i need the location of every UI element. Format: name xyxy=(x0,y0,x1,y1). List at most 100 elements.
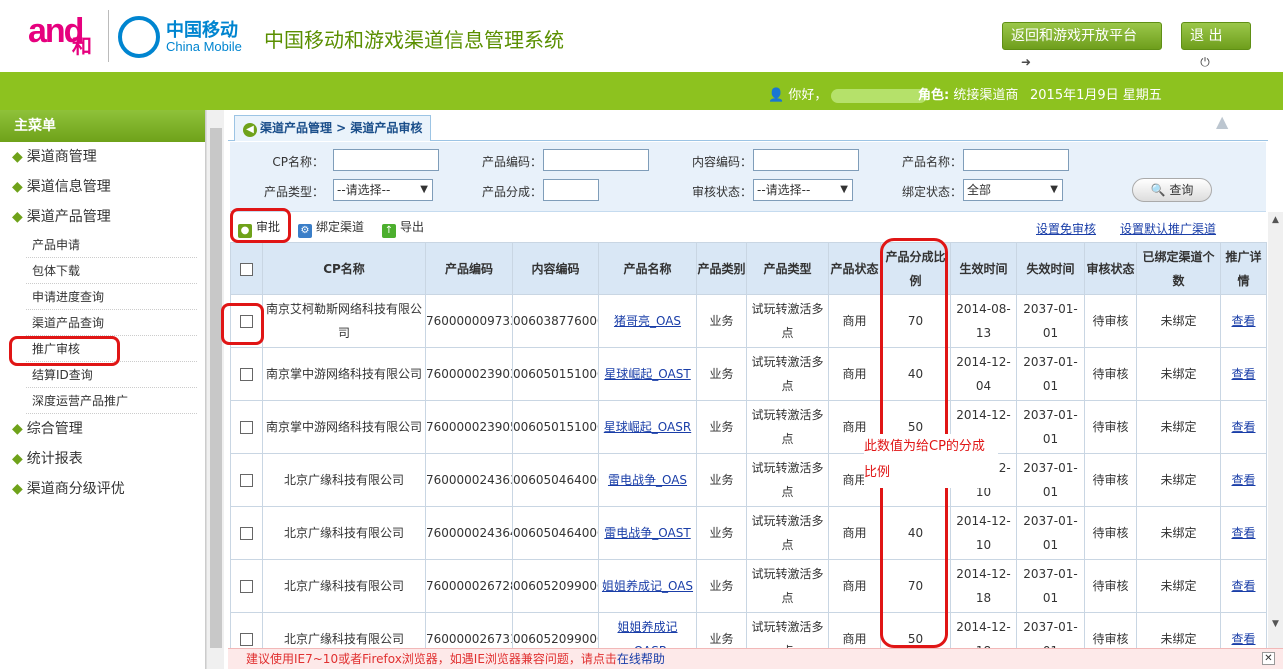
scroll-up-icon[interactable]: ▲ xyxy=(1268,212,1283,228)
view-detail-link-cell: 查看 xyxy=(1220,506,1267,560)
product-name-label: 产品名称： xyxy=(901,155,962,169)
product-code-label: 产品编码： xyxy=(481,155,542,169)
product-name-link[interactable]: 星球崛起_OASR xyxy=(604,420,691,434)
view-detail-link[interactable]: 查看 xyxy=(1231,420,1255,434)
sidebar-scrollbar[interactable] xyxy=(206,110,224,669)
sidebar-subitem-product-query[interactable]: 渠道产品查询 xyxy=(26,310,197,336)
audit-status-cell: 待审核 xyxy=(1092,526,1129,540)
sidebar-item-channel-product[interactable]: ◆ 渠道产品管理 xyxy=(0,202,205,232)
content-code-cell: 006038776000 xyxy=(513,314,599,328)
sidebar-item-rating[interactable]: ◆ 渠道商分级评优 xyxy=(0,474,205,504)
end-time-cell: 2037-01-01 xyxy=(1023,514,1078,552)
export-button[interactable]: ↑ 导出 xyxy=(382,218,424,238)
user-icon: 👤 xyxy=(768,88,785,103)
view-detail-link[interactable]: 查看 xyxy=(1231,632,1255,646)
view-detail-link[interactable]: 查看 xyxy=(1231,314,1255,328)
bound-count-cell: 未绑定 xyxy=(1160,314,1197,328)
main-scrollbar[interactable]: ▲ ▼ xyxy=(1268,212,1283,669)
greeting: 👤 你好， xyxy=(768,84,931,103)
view-detail-link[interactable]: 查看 xyxy=(1231,367,1255,381)
arrow-right-icon: ➜ xyxy=(1017,53,1035,71)
product-code-cell: 760000023905 xyxy=(425,400,513,454)
row-checkbox[interactable] xyxy=(240,527,253,540)
share-ratio-annotation: 此数值为给CP的分成 比例 xyxy=(864,434,998,488)
sidebar-subitem-package-download[interactable]: 包体下载 xyxy=(26,258,197,284)
online-help-link[interactable]: 在线帮助 xyxy=(617,652,665,666)
product-name-input[interactable] xyxy=(963,149,1069,171)
cp-name-cell: 北京广缘科技有限公司 xyxy=(283,473,404,487)
audit-status-select[interactable]: --请选择-- ▼ xyxy=(753,179,853,201)
set-free-audit-link[interactable]: 设置免审核 xyxy=(1036,220,1096,237)
bind-status-select[interactable]: 全部 ▼ xyxy=(963,179,1063,201)
row-checkbox[interactable] xyxy=(240,421,253,434)
sidebar-subitem-deep-promotion[interactable]: 深度运营产品推广 xyxy=(26,388,197,414)
status-cell: 商用 xyxy=(842,420,867,434)
sidebar-subitem-progress-query[interactable]: 申请进度查询 xyxy=(26,284,197,310)
bind-channel-button[interactable]: ⚙ 绑定渠道 xyxy=(298,218,364,238)
start-time-cell: 2014-12-04 xyxy=(950,347,1017,401)
end-time-cell: 2037-01-01 xyxy=(1016,453,1085,507)
row-checkbox[interactable] xyxy=(240,368,253,381)
view-detail-link[interactable]: 查看 xyxy=(1231,473,1255,487)
product-name-link-cell: 雷电战争_OAS xyxy=(598,453,697,507)
sidebar-item-general[interactable]: ◆ 综合管理 xyxy=(0,414,205,444)
product-code-input[interactable] xyxy=(543,149,649,171)
view-detail-link[interactable]: 查看 xyxy=(1231,526,1255,540)
product-name-link[interactable]: 猪哥亮_OAS xyxy=(614,314,681,328)
cp-name-cell: 南京掌中游网络科技有限公司 xyxy=(262,400,426,454)
product-name-link[interactable]: 姐姐养成记_OAS xyxy=(602,579,693,593)
category-cell: 业务 xyxy=(696,347,747,401)
sidebar-item-channel-manage[interactable]: ◆ 渠道商管理 xyxy=(0,142,205,172)
china-mobile-logo-icon xyxy=(118,16,160,58)
product-name-link[interactable]: 星球崛起_OAST xyxy=(604,367,690,381)
leaf-icon: ◆ xyxy=(12,179,23,195)
start-time-cell: 2014-12-10 xyxy=(950,506,1017,560)
content-code-cell: 006050151000 xyxy=(512,400,599,454)
type-cell: 试玩转激活多点 xyxy=(746,347,829,401)
view-detail-link[interactable]: 查看 xyxy=(1231,579,1255,593)
sidebar-item-label: 统计报表 xyxy=(26,451,83,467)
product-type-value: --请选择-- xyxy=(337,183,391,197)
end-time-cell: 2037-01-01 xyxy=(1023,355,1078,393)
product-name-link[interactable]: 雷电战争_OAST xyxy=(604,526,690,540)
search-panel: CP名称： 产品编码： 内容编码： 产品名称： 产品类型： --请选择-- ▼ 产… xyxy=(230,142,1266,212)
return-platform-button[interactable]: 返回和游戏开放平台 ➜ xyxy=(1002,22,1162,71)
product-type-select[interactable]: --请选择-- ▼ xyxy=(333,179,433,201)
scroll-down-icon[interactable]: ▼ xyxy=(1268,616,1283,632)
type-cell: 试玩转激活多点 xyxy=(746,400,829,454)
logout-button[interactable]: 退 出 ⏻ xyxy=(1181,22,1251,71)
cp-name-input[interactable] xyxy=(333,149,439,171)
sidebar-scroll-thumb[interactable] xyxy=(210,128,222,648)
product-name-link[interactable]: 雷电战争_OAS xyxy=(608,473,687,487)
scroll-top-icon[interactable]: ▲ xyxy=(1216,112,1228,131)
status-cell: 商用 xyxy=(828,294,881,348)
category-cell: 业务 xyxy=(709,632,734,646)
header: and 和 中国移动 China Mobile 中国移动和游戏渠道信息管理系统 … xyxy=(0,0,1283,72)
category-cell: 业务 xyxy=(696,400,747,454)
bound-count-cell: 未绑定 xyxy=(1160,579,1197,593)
category-cell: 业务 xyxy=(696,294,747,348)
row-checkbox[interactable] xyxy=(240,474,253,487)
cp-name-cell: 南京掌中游网络科技有限公司 xyxy=(265,420,422,434)
type-cell: 试玩转激活多点 xyxy=(751,408,824,446)
tab-product-audit[interactable]: ◀ 渠道产品管理 > 渠道产品审核 xyxy=(234,115,432,141)
table-row: 北京广缘科技有限公司 760000024364 006050464000 雷电战争_O… xyxy=(230,506,1267,560)
row-checkbox[interactable] xyxy=(240,580,253,593)
set-default-channel-link[interactable]: 设置默认推广渠道 xyxy=(1120,220,1216,237)
content-code-cell: 006052099000 xyxy=(513,579,599,593)
close-icon[interactable]: ✕ xyxy=(1262,652,1275,665)
sidebar-item-stats[interactable]: ◆ 统计报表 xyxy=(0,444,205,474)
content-code-input[interactable] xyxy=(753,149,859,171)
start-time-cell: 2014-12-18 xyxy=(956,567,1011,605)
select-all-checkbox[interactable] xyxy=(240,262,253,276)
sidebar-item-label: 渠道产品管理 xyxy=(26,209,111,225)
sidebar-subitem-product-apply[interactable]: 产品申请 xyxy=(26,232,197,258)
type-cell: 试玩转激活多点 xyxy=(746,294,829,348)
row-checkbox[interactable] xyxy=(240,633,253,646)
product-share-input[interactable] xyxy=(543,179,599,201)
product-code-cell: 760000024364 xyxy=(425,506,513,560)
sidebar-item-channel-info[interactable]: ◆ 渠道信息管理 xyxy=(0,172,205,202)
view-detail-link-cell: 查看 xyxy=(1220,400,1267,454)
leaf-icon: ◆ xyxy=(12,421,23,437)
query-button[interactable]: 🔍 查询 xyxy=(1132,178,1212,202)
